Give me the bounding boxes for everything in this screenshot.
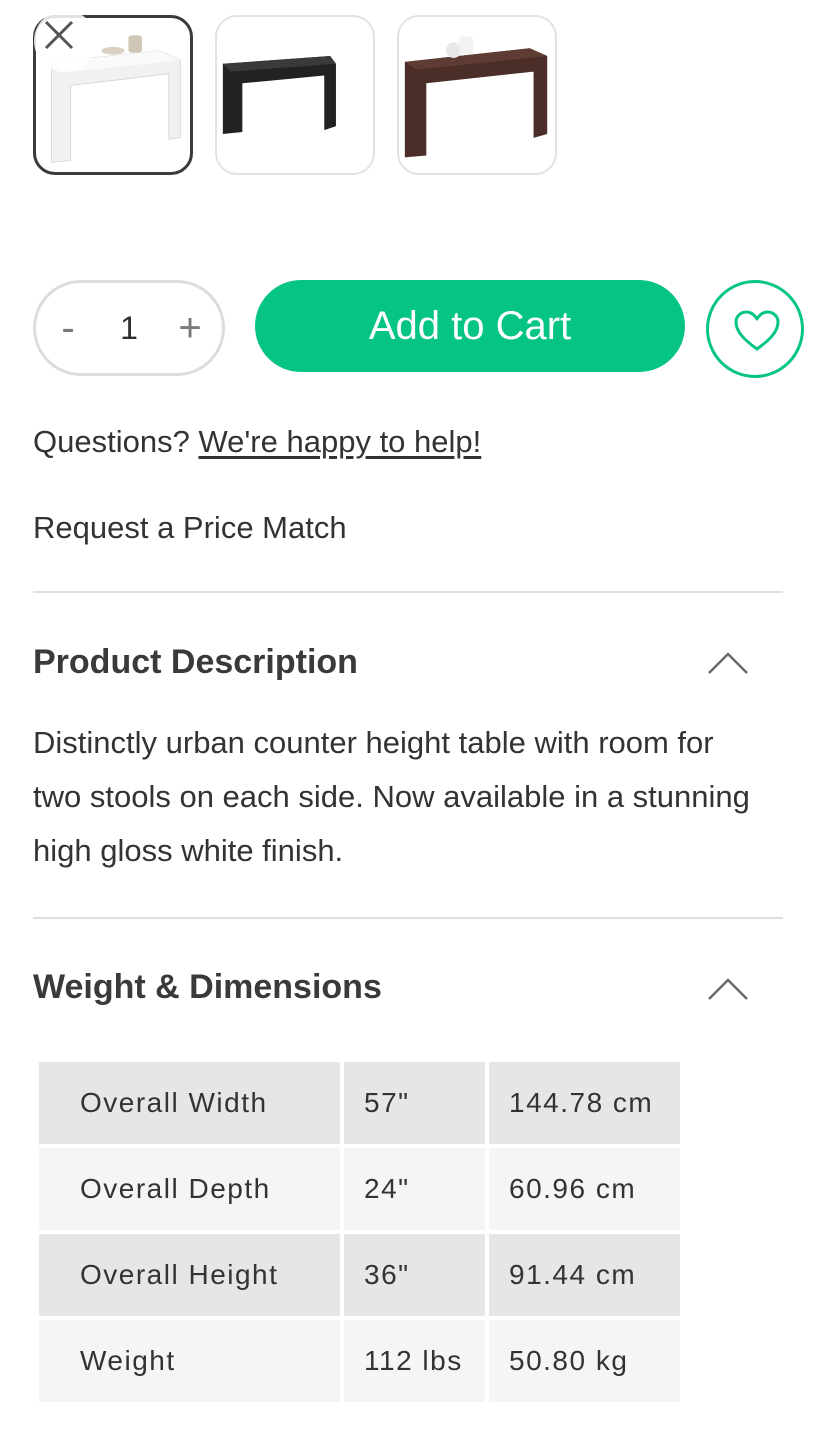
dimension-metric: 144.78 cm <box>489 1062 680 1144</box>
increment-button[interactable]: + <box>158 308 222 348</box>
table-row: Overall Width 57" 144.78 cm <box>39 1062 680 1144</box>
table-row: Overall Height 36" 91.44 cm <box>39 1234 680 1316</box>
chevron-up-icon[interactable] <box>706 650 750 676</box>
dimension-label: Overall Depth <box>39 1148 340 1230</box>
dimension-imperial: 24" <box>344 1148 485 1230</box>
thumbnail-brown[interactable] <box>397 15 557 175</box>
dimension-metric: 91.44 cm <box>489 1234 680 1316</box>
questions-prefix: Questions? <box>33 424 190 459</box>
dimensions-title[interactable]: Weight & Dimensions <box>33 968 382 1007</box>
dimension-imperial: 57" <box>344 1062 485 1144</box>
black-table-image <box>222 56 336 134</box>
dimension-metric: 50.80 kg <box>489 1320 680 1402</box>
table-row: Overall Depth 24" 60.96 cm <box>39 1148 680 1230</box>
dimension-imperial: 112 lbs <box>344 1320 485 1402</box>
brown-table-image <box>404 36 548 158</box>
quantity-value[interactable]: 1 <box>100 310 158 347</box>
dimension-label: Overall Height <box>39 1234 340 1316</box>
dimension-label: Weight <box>39 1320 340 1402</box>
divider <box>33 917 783 919</box>
divider <box>33 591 783 593</box>
heart-icon <box>734 310 780 351</box>
description-text: Distinctly urban counter height table wi… <box>33 725 750 868</box>
add-to-cart-button[interactable]: Add to Cart <box>255 280 685 372</box>
table-row: Weight 112 lbs 50.80 kg <box>39 1320 680 1402</box>
dimension-imperial: 36" <box>344 1234 485 1316</box>
thumbnail-black[interactable] <box>215 15 375 175</box>
chevron-up-icon[interactable] <box>706 976 750 1002</box>
quantity-stepper: - 1 + <box>33 280 225 376</box>
questions-line: Questions? We're happy to help! <box>33 424 481 460</box>
price-match-link[interactable]: Request a Price Match <box>33 510 347 546</box>
wishlist-button[interactable] <box>706 280 804 378</box>
dimension-metric: 60.96 cm <box>489 1148 680 1230</box>
close-button[interactable] <box>34 10 96 72</box>
close-icon <box>44 20 74 50</box>
thumbnail-gallery <box>33 15 557 175</box>
help-link[interactable]: We're happy to help! <box>198 424 481 459</box>
decrement-button[interactable]: - <box>36 308 100 348</box>
dimension-label: Overall Width <box>39 1062 340 1144</box>
description-title[interactable]: Product Description <box>33 643 358 682</box>
dimensions-table: Overall Width 57" 144.78 cm Overall Dept… <box>35 1058 684 1406</box>
